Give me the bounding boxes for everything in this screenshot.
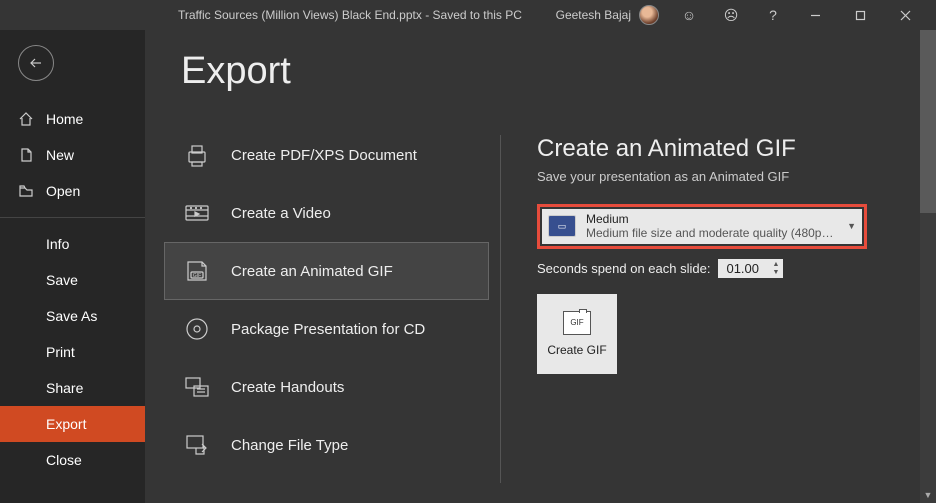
create-gif-label: Create GIF	[547, 343, 606, 357]
user-name: Geetesh Bajaj	[556, 8, 631, 22]
sidebar-item-share[interactable]: Share	[0, 370, 145, 406]
sidebar-label: Info	[46, 236, 69, 252]
feedback-frown-icon[interactable]: ☹	[711, 1, 751, 29]
quality-highlight: ▭ Medium Medium file size and moderate q…	[537, 204, 867, 249]
back-button[interactable]	[18, 45, 54, 81]
open-icon	[18, 183, 34, 199]
sidebar-divider	[0, 217, 145, 218]
create-gif-button[interactable]: GIF Create GIF	[537, 294, 617, 374]
export-option-pdf[interactable]: Create PDF/XPS Document	[165, 127, 488, 183]
sidebar-label: Share	[46, 380, 83, 396]
feedback-smile-icon[interactable]: ☺	[669, 1, 709, 29]
sidebar-item-info[interactable]: Info	[0, 226, 145, 262]
sidebar-item-saveas[interactable]: Save As	[0, 298, 145, 334]
export-label: Create a Video	[231, 205, 331, 222]
sidebar-item-open[interactable]: Open	[0, 173, 145, 209]
document-title: Traffic Sources (Million Views) Black En…	[178, 8, 522, 22]
sidebar-label: Save	[46, 272, 78, 288]
scrollbar-thumb[interactable]	[920, 30, 936, 213]
sidebar-item-save[interactable]: Save	[0, 262, 145, 298]
new-icon	[18, 147, 34, 163]
sidebar-item-print[interactable]: Print	[0, 334, 145, 370]
sidebar-label: Save As	[46, 308, 97, 324]
maximize-button[interactable]	[838, 1, 883, 29]
pdf-icon	[181, 141, 213, 169]
sidebar-label: Open	[46, 183, 80, 199]
filetype-icon	[181, 431, 213, 459]
gif-file-icon: GIF	[563, 311, 591, 335]
sidebar-label: Close	[46, 452, 82, 468]
export-label: Package Presentation for CD	[231, 321, 425, 338]
sidebar-item-home[interactable]: Home	[0, 101, 145, 137]
cd-icon	[181, 315, 213, 343]
sidebar-label: Home	[46, 111, 83, 127]
export-option-gif[interactable]: GIF Create an Animated GIF	[165, 243, 488, 299]
export-option-package[interactable]: Package Presentation for CD	[165, 301, 488, 357]
spinner-icon[interactable]: ▲▼	[773, 261, 780, 276]
chevron-down-icon: ▼	[847, 221, 856, 231]
sidebar: Home New Open Info Save Save As Print Sh…	[0, 30, 145, 503]
export-label: Create PDF/XPS Document	[231, 147, 417, 164]
user-avatar[interactable]	[639, 5, 659, 25]
gif-icon: GIF	[181, 257, 213, 285]
seconds-label: Seconds spend on each slide:	[537, 261, 710, 276]
handouts-icon	[181, 373, 213, 401]
export-label: Create Handouts	[231, 379, 344, 396]
quality-dropdown[interactable]: ▭ Medium Medium file size and moderate q…	[542, 209, 862, 244]
export-label: Change File Type	[231, 437, 348, 454]
export-label: Create an Animated GIF	[231, 263, 393, 280]
sidebar-label: Export	[46, 416, 86, 432]
seconds-input[interactable]: 01.00 ▲▼	[718, 259, 783, 278]
svg-text:GIF: GIF	[193, 273, 201, 279]
sidebar-label: Print	[46, 344, 75, 360]
quality-icon: ▭	[548, 215, 576, 237]
export-option-filetype[interactable]: Change File Type	[165, 417, 488, 473]
page-title: Export	[181, 50, 291, 93]
panel-subtitle: Save your presentation as an Animated GI…	[537, 169, 916, 184]
export-option-handouts[interactable]: Create Handouts	[165, 359, 488, 415]
sidebar-item-close[interactable]: Close	[0, 442, 145, 478]
export-option-video[interactable]: Create a Video	[165, 185, 488, 241]
quality-desc: Medium file size and moderate quality (4…	[586, 226, 836, 240]
video-icon	[181, 199, 213, 227]
sidebar-label: New	[46, 147, 74, 163]
sidebar-item-export[interactable]: Export	[0, 406, 145, 442]
minimize-button[interactable]	[793, 1, 838, 29]
sidebar-item-new[interactable]: New	[0, 137, 145, 173]
panel-title: Create an Animated GIF	[537, 135, 916, 163]
scrollbar[interactable]	[920, 30, 936, 487]
scrollbar-down-button[interactable]: ▼	[920, 487, 936, 503]
close-button[interactable]	[883, 1, 928, 29]
home-icon	[18, 111, 34, 127]
seconds-value: 01.00	[726, 261, 759, 276]
help-icon[interactable]: ?	[753, 1, 793, 29]
quality-label: Medium	[586, 212, 837, 226]
